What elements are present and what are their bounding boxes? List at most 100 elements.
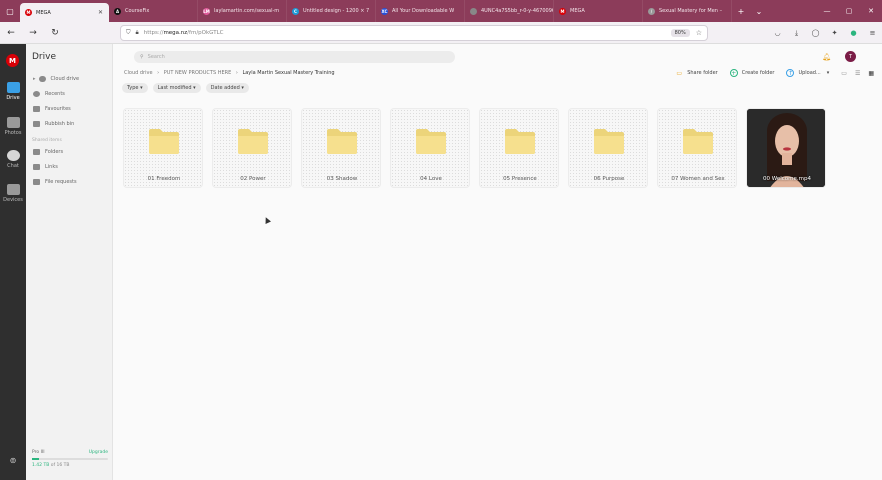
plan-label: Pro III (32, 450, 45, 455)
downloads-icon[interactable]: ⤓ (787, 29, 806, 38)
chevron-right-icon: › (157, 70, 160, 76)
trash-icon (33, 121, 40, 127)
zoom-level[interactable]: 80% (670, 29, 690, 37)
sidebar-item-links[interactable]: Links (33, 164, 58, 170)
item-name: 07 Women and Sex (671, 176, 725, 182)
chevron-right-icon: › (235, 70, 238, 76)
breadcrumb-item[interactable]: Layla Martin Sexual Mastery Training (242, 70, 334, 76)
browser-tab[interactable]: M MEGA (554, 0, 643, 22)
share-folder-icon: ▭ (676, 69, 683, 77)
link-icon (33, 164, 40, 170)
filter-date-added[interactable]: Date added ▾ (205, 83, 249, 93)
sidebar-item-file-requests[interactable]: File requests (33, 179, 77, 185)
item-name: 05 Presence (503, 176, 537, 182)
folder-card[interactable]: 06 Purpose (568, 108, 648, 188)
forward-button[interactable]: → (22, 28, 44, 38)
folder-card[interactable]: 04 Love (390, 108, 470, 188)
browser-tab[interactable]: C Untitled design - 1200 × 7 (287, 0, 376, 22)
account-icon[interactable]: ◯ (806, 29, 825, 37)
folder-card[interactable]: 01 Freedom (123, 108, 203, 188)
upload-icon: ↑ (786, 69, 795, 77)
item-name: 00 Welcome.mp4 (762, 176, 811, 182)
storage-meter[interactable]: Pro III Upgrade 1.42 TB of 16 TB (32, 450, 108, 468)
photo-icon (6, 117, 20, 128)
item-name: 02 Power (240, 176, 266, 182)
bookmark-star-icon[interactable]: ☆ (696, 29, 702, 37)
avatar[interactable]: T (845, 51, 856, 62)
filter-type[interactable]: Type ▾ (122, 83, 148, 93)
filter-bar: Type ▾ Last modified ▾ Date added ▾ (122, 83, 254, 93)
pocket-icon[interactable]: ◡ (768, 29, 787, 37)
rail-item-photos[interactable]: Photos (0, 117, 26, 136)
folder-card[interactable]: 02 Power (212, 108, 292, 188)
close-tab-icon[interactable]: ✕ (98, 9, 103, 16)
browser-nav-bar: ← → ↻ ⛉ 🔒︎ https://mega.nz/fm/pOkGTLC 80… (0, 22, 882, 44)
info-panel-icon[interactable]: ▭ (841, 70, 847, 77)
browser-tab[interactable]: LM laylamartin.com/sexual-m (198, 0, 287, 22)
heart-icon (33, 106, 40, 112)
upgrade-link[interactable]: Upgrade (89, 450, 108, 455)
browser-tab[interactable]: 4UNC4a7S5bb_r-0-y-4670096 (465, 0, 554, 22)
tab-favicon-icon: A (114, 7, 121, 15)
folder-icon (6, 82, 20, 93)
tab-list-icon[interactable]: ▢ (0, 0, 20, 22)
sidebar-item-folders[interactable]: Folders (33, 149, 63, 155)
back-button[interactable]: ← (0, 28, 22, 38)
extensions-icon[interactable]: ✦ (825, 29, 844, 37)
mega-logo[interactable]: M (6, 54, 19, 67)
share-folder-button[interactable]: ▭ Share folder (675, 69, 717, 77)
tab-label: laylamartin.com/sexual-m (214, 8, 280, 14)
browser-tab[interactable]: XC All Your Downloadable W (376, 0, 465, 22)
sidebar-item-cloud-drive[interactable]: ▸ Cloud drive (33, 76, 79, 82)
rail-item-devices[interactable]: Devices (0, 184, 26, 203)
tab-favicon-icon: XC (381, 7, 388, 15)
video-card[interactable]: 00 Welcome.mp4 (746, 108, 826, 188)
search-icon: ⚲ (140, 54, 144, 60)
folder-icon (415, 127, 447, 155)
tab-label: 4UNC4a7S5bb_r-0-y-4670096 (481, 8, 554, 14)
rail-item-chat[interactable]: Chat (0, 150, 26, 169)
list-view-icon[interactable]: ☰ (855, 70, 860, 77)
rail-item-drive[interactable]: Drive (0, 82, 26, 101)
bell-icon[interactable]: 🔔︎ (822, 53, 831, 61)
storage-used: 1.42 TB of 16 TB (32, 463, 70, 468)
sidebar-item-recents[interactable]: Recents (33, 91, 65, 97)
breadcrumb-item[interactable]: Cloud drive (124, 70, 153, 76)
tab-label: CourseFix (125, 8, 150, 14)
grid-view-icon[interactable]: ▦ (868, 70, 874, 77)
chevron-down-icon[interactable]: ⌄ (750, 7, 768, 16)
devices-icon (6, 184, 20, 195)
breadcrumb: Cloud drive › PUT NEW PRODUCTS HERE › La… (124, 70, 338, 76)
settings-gear-icon[interactable]: ⊚ (0, 456, 26, 465)
folder-card[interactable]: 07 Women and Sex (657, 108, 737, 188)
shield-icon: ⛉ (126, 29, 131, 36)
search-input[interactable]: ⚲ Search (134, 51, 455, 63)
new-tab-button[interactable]: + (732, 7, 750, 16)
browser-tab[interactable]: / Sexual Mastery for Men – (643, 0, 732, 22)
tab-label: All Your Downloadable W (392, 8, 455, 14)
sidebar-item-rubbish-bin[interactable]: Rubbish bin (33, 121, 74, 127)
tab-favicon-icon: M (25, 9, 32, 16)
folder-icon (682, 127, 714, 155)
reload-button[interactable]: ↻ (44, 28, 66, 38)
folder-card[interactable]: 05 Presence (479, 108, 559, 188)
close-window-button[interactable]: ✕ (860, 7, 882, 15)
breadcrumb-item[interactable]: PUT NEW PRODUCTS HERE (164, 70, 232, 76)
folder-card[interactable]: 03 Shadow (301, 108, 381, 188)
filter-last-modified[interactable]: Last modified ▾ (152, 83, 201, 93)
folder-icon (326, 127, 358, 155)
upload-button[interactable]: ↑ Upload... ▾ (786, 69, 829, 77)
sidebar-item-favourites[interactable]: Favourites (33, 106, 71, 112)
menu-icon[interactable]: ≡ (863, 29, 882, 37)
shared-section-label: Shared items (32, 138, 62, 143)
create-folder-button[interactable]: + Create folder (729, 69, 774, 77)
browser-tab[interactable]: A CourseFix (109, 0, 198, 22)
chevron-down-icon[interactable]: ▾ (827, 70, 830, 76)
minimize-button[interactable]: — (816, 7, 838, 15)
tab-label: MEGA (570, 8, 585, 14)
extension-badge-icon[interactable]: ● (844, 29, 863, 37)
browser-tab[interactable]: M MEGA ✕ (20, 3, 109, 22)
chevron-right-icon[interactable]: ▸ (33, 76, 36, 82)
address-bar[interactable]: ⛉ 🔒︎ https://mega.nz/fm/pOkGTLC 80% ☆ (120, 25, 708, 41)
maximize-button[interactable]: ▢ (838, 7, 860, 15)
